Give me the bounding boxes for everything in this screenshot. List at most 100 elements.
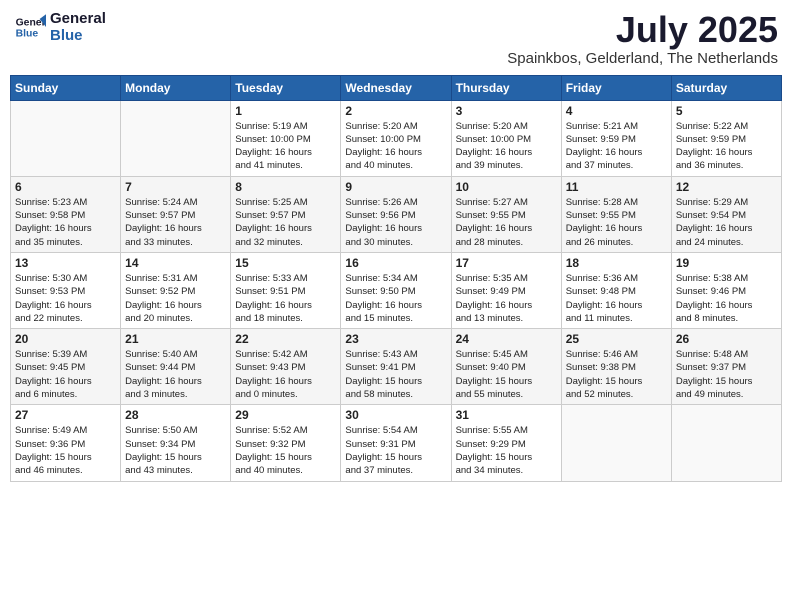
day-number: 7	[125, 180, 226, 194]
calendar-day-cell: 4Sunrise: 5:21 AM Sunset: 9:59 PM Daylig…	[561, 100, 671, 176]
weekday-header: Tuesday	[231, 75, 341, 100]
calendar-day-cell: 9Sunrise: 5:26 AM Sunset: 9:56 PM Daylig…	[341, 176, 451, 252]
calendar-day-cell: 2 Sunrise: 5:20 AM Sunset: 10:00 PM Dayli…	[341, 100, 451, 176]
day-number: 30	[345, 408, 446, 422]
calendar-day-cell: 13Sunrise: 5:30 AM Sunset: 9:53 PM Dayli…	[11, 252, 121, 328]
day-number: 26	[676, 332, 777, 346]
day-info: Sunrise: 5:50 AM Sunset: 9:34 PM Dayligh…	[125, 424, 226, 477]
day-info: Sunrise: 5:28 AM Sunset: 9:55 PM Dayligh…	[566, 196, 667, 249]
day-info: Sunrise: 5:23 AM Sunset: 9:58 PM Dayligh…	[15, 196, 116, 249]
calendar-day-cell: 23 Sunrise: 5:43 AM Sunset: 9:41 PM Dayli…	[341, 329, 451, 405]
day-number: 5	[676, 104, 777, 118]
day-info: Sunrise: 5:26 AM Sunset: 9:56 PM Dayligh…	[345, 196, 446, 249]
day-info: Sunrise: 5:40 AM Sunset: 9:44 PM Dayligh…	[125, 348, 226, 401]
calendar-day-cell: 1Sunrise: 5:19 AM Sunset: 10:00 PM Dayli…	[231, 100, 341, 176]
day-number: 11	[566, 180, 667, 194]
calendar-day-cell: 3 Sunrise: 5:20 AM Sunset: 10:00 PM Dayli…	[451, 100, 561, 176]
calendar-table: SundayMondayTuesdayWednesdayThursdayFrid…	[10, 75, 782, 482]
day-number: 18	[566, 256, 667, 270]
day-number: 10	[456, 180, 557, 194]
day-info: Sunrise: 5:21 AM Sunset: 9:59 PM Dayligh…	[566, 120, 667, 173]
day-info: Sunrise: 5:20 AM Sunset: 10:00 PM Daylig…	[345, 120, 446, 173]
day-info: Sunrise: 5:22 AM Sunset: 9:59 PM Dayligh…	[676, 120, 777, 173]
calendar-day-cell: 7 Sunrise: 5:24 AM Sunset: 9:57 PM Daylig…	[121, 176, 231, 252]
day-number: 2	[345, 104, 446, 118]
day-number: 12	[676, 180, 777, 194]
day-info: Sunrise: 5:49 AM Sunset: 9:36 PM Dayligh…	[15, 424, 116, 477]
weekday-header: Saturday	[671, 75, 781, 100]
day-number: 8	[235, 180, 336, 194]
day-info: Sunrise: 5:45 AM Sunset: 9:40 PM Dayligh…	[456, 348, 557, 401]
calendar-day-cell: 19Sunrise: 5:38 AM Sunset: 9:46 PM Dayli…	[671, 252, 781, 328]
day-info: Sunrise: 5:34 AM Sunset: 9:50 PM Dayligh…	[345, 272, 446, 325]
calendar-day-cell: 16 Sunrise: 5:34 AM Sunset: 9:50 PM Dayli…	[341, 252, 451, 328]
calendar-day-cell	[121, 100, 231, 176]
svg-text:Blue: Blue	[16, 29, 39, 40]
day-number: 25	[566, 332, 667, 346]
logo-line2: Blue	[50, 27, 106, 44]
calendar-day-cell: 11 Sunrise: 5:28 AM Sunset: 9:55 PM Dayli…	[561, 176, 671, 252]
calendar-day-cell	[561, 405, 671, 481]
calendar-week-row: 6 Sunrise: 5:23 AM Sunset: 9:58 PM Daylig…	[11, 176, 782, 252]
calendar-day-cell: 29 Sunrise: 5:52 AM Sunset: 9:32 PM Dayli…	[231, 405, 341, 481]
day-info: Sunrise: 5:46 AM Sunset: 9:38 PM Dayligh…	[566, 348, 667, 401]
day-number: 6	[15, 180, 116, 194]
day-info: Sunrise: 5:42 AM Sunset: 9:43 PM Dayligh…	[235, 348, 336, 401]
title-block: July 2025 Spainkbos, Gelderland, The Net…	[507, 10, 778, 67]
calendar-day-cell: 27Sunrise: 5:49 AM Sunset: 9:36 PM Dayli…	[11, 405, 121, 481]
calendar-day-cell: 14 Sunrise: 5:31 AM Sunset: 9:52 PM Dayli…	[121, 252, 231, 328]
weekday-header: Wednesday	[341, 75, 451, 100]
day-info: Sunrise: 5:55 AM Sunset: 9:29 PM Dayligh…	[456, 424, 557, 477]
calendar-day-cell: 17 Sunrise: 5:35 AM Sunset: 9:49 PM Dayli…	[451, 252, 561, 328]
weekday-header: Thursday	[451, 75, 561, 100]
day-number: 21	[125, 332, 226, 346]
calendar-week-row: 20Sunrise: 5:39 AM Sunset: 9:45 PM Dayli…	[11, 329, 782, 405]
day-info: Sunrise: 5:24 AM Sunset: 9:57 PM Dayligh…	[125, 196, 226, 249]
calendar-day-cell: 25 Sunrise: 5:46 AM Sunset: 9:38 PM Dayli…	[561, 329, 671, 405]
day-number: 13	[15, 256, 116, 270]
calendar-day-cell: 12 Sunrise: 5:29 AM Sunset: 9:54 PM Dayli…	[671, 176, 781, 252]
calendar-day-cell: 31Sunrise: 5:55 AM Sunset: 9:29 PM Dayli…	[451, 405, 561, 481]
day-number: 23	[345, 332, 446, 346]
calendar-day-cell: 15Sunrise: 5:33 AM Sunset: 9:51 PM Dayli…	[231, 252, 341, 328]
day-number: 19	[676, 256, 777, 270]
day-info: Sunrise: 5:39 AM Sunset: 9:45 PM Dayligh…	[15, 348, 116, 401]
day-info: Sunrise: 5:19 AM Sunset: 10:00 PM Daylig…	[235, 120, 336, 173]
day-info: Sunrise: 5:48 AM Sunset: 9:37 PM Dayligh…	[676, 348, 777, 401]
calendar-day-cell: 6 Sunrise: 5:23 AM Sunset: 9:58 PM Daylig…	[11, 176, 121, 252]
calendar-day-cell: 8Sunrise: 5:25 AM Sunset: 9:57 PM Daylig…	[231, 176, 341, 252]
calendar-week-row: 27Sunrise: 5:49 AM Sunset: 9:36 PM Dayli…	[11, 405, 782, 481]
day-number: 3	[456, 104, 557, 118]
day-info: Sunrise: 5:31 AM Sunset: 9:52 PM Dayligh…	[125, 272, 226, 325]
calendar-day-cell: 28Sunrise: 5:50 AM Sunset: 9:34 PM Dayli…	[121, 405, 231, 481]
calendar-week-row: 1Sunrise: 5:19 AM Sunset: 10:00 PM Dayli…	[11, 100, 782, 176]
calendar-header-row: SundayMondayTuesdayWednesdayThursdayFrid…	[11, 75, 782, 100]
day-number: 29	[235, 408, 336, 422]
day-info: Sunrise: 5:35 AM Sunset: 9:49 PM Dayligh…	[456, 272, 557, 325]
logo: General Blue General Blue	[14, 10, 106, 44]
logo-line1: General	[50, 10, 106, 27]
calendar-day-cell: 10 Sunrise: 5:27 AM Sunset: 9:55 PM Dayli…	[451, 176, 561, 252]
calendar-day-cell	[11, 100, 121, 176]
day-info: Sunrise: 5:29 AM Sunset: 9:54 PM Dayligh…	[676, 196, 777, 249]
day-number: 22	[235, 332, 336, 346]
weekday-header: Friday	[561, 75, 671, 100]
weekday-header: Monday	[121, 75, 231, 100]
month-title: July 2025	[507, 10, 778, 50]
calendar-day-cell	[671, 405, 781, 481]
calendar-day-cell: 26 Sunrise: 5:48 AM Sunset: 9:37 PM Dayli…	[671, 329, 781, 405]
day-info: Sunrise: 5:33 AM Sunset: 9:51 PM Dayligh…	[235, 272, 336, 325]
day-info: Sunrise: 5:20 AM Sunset: 10:00 PM Daylig…	[456, 120, 557, 173]
calendar-day-cell: 22 Sunrise: 5:42 AM Sunset: 9:43 PM Dayli…	[231, 329, 341, 405]
day-info: Sunrise: 5:43 AM Sunset: 9:41 PM Dayligh…	[345, 348, 446, 401]
calendar-day-cell: 18 Sunrise: 5:36 AM Sunset: 9:48 PM Dayli…	[561, 252, 671, 328]
day-number: 17	[456, 256, 557, 270]
page-header: General Blue General Blue July 2025 Spai…	[10, 10, 782, 67]
day-number: 16	[345, 256, 446, 270]
weekday-header: Sunday	[11, 75, 121, 100]
day-number: 14	[125, 256, 226, 270]
day-info: Sunrise: 5:36 AM Sunset: 9:48 PM Dayligh…	[566, 272, 667, 325]
day-info: Sunrise: 5:52 AM Sunset: 9:32 PM Dayligh…	[235, 424, 336, 477]
day-info: Sunrise: 5:54 AM Sunset: 9:31 PM Dayligh…	[345, 424, 446, 477]
day-info: Sunrise: 5:27 AM Sunset: 9:55 PM Dayligh…	[456, 196, 557, 249]
